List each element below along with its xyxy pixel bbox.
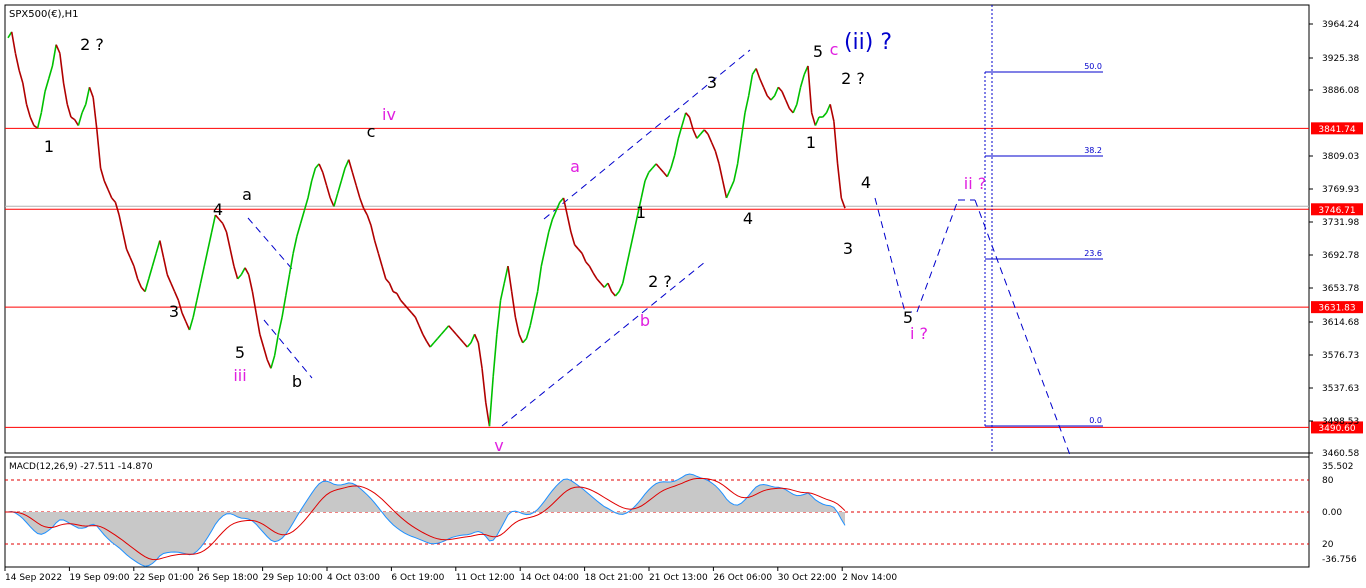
time-tick-label: 29 Sep 10:00: [263, 573, 323, 583]
time-tick-label: 2 Nov 14:00: [842, 573, 897, 583]
wave-label-black: 2 ?: [841, 69, 865, 88]
level-tag-label: 3631.83: [1318, 304, 1355, 314]
wave-label-magenta: v: [494, 436, 503, 455]
time-tick-label: 11 Oct 12:00: [456, 573, 515, 583]
chart-title: SPX500(€),H1: [9, 9, 79, 20]
wave-label-black: 3: [169, 302, 179, 321]
time-tick-label: 19 Sep 09:00: [69, 573, 129, 583]
wave-label-black: 3: [707, 73, 717, 92]
time-tick-label: 26 Oct 06:00: [713, 573, 772, 583]
wave-label-magenta: ii ?: [964, 174, 986, 193]
price-tick-label: 3576.73: [1322, 351, 1359, 361]
price-tick-label: 3809.03: [1322, 152, 1359, 162]
macd-tick-label: -36.756: [1322, 555, 1357, 565]
price-tick-label: 3460.58: [1322, 449, 1359, 459]
fib-level-label: 50.0: [1084, 62, 1102, 71]
wave-label-black: 4: [743, 209, 753, 228]
time-tick-label: 14 Oct 04:00: [520, 573, 579, 583]
macd-tick-label: 0.00: [1322, 508, 1342, 518]
macd-tick-label: 35.502: [1322, 462, 1354, 472]
price-tick-label: 3537.63: [1322, 384, 1359, 394]
wave-label-black: 2 ?: [648, 272, 672, 291]
wave-label-magenta: i ?: [910, 324, 928, 343]
level-tag-label: 3841.74: [1318, 125, 1355, 135]
wave-label-magenta: b: [640, 311, 650, 330]
price-tick-label: 3731.98: [1322, 218, 1359, 228]
level-tag-label: 3746.71: [1318, 206, 1355, 216]
price-tick-label: 3925.38: [1322, 54, 1359, 64]
wave-label-magenta: iii: [233, 366, 246, 385]
wave-label-magenta: a: [570, 157, 580, 176]
wave-label-black: a: [242, 185, 252, 204]
wave-label-black: b: [292, 372, 302, 391]
time-tick-label: 21 Oct 13:00: [649, 573, 708, 583]
price-tick-label: 3964.24: [1322, 20, 1359, 30]
wave-label-black: 5: [813, 42, 823, 61]
time-axis-layer: 14 Sep 2022 19 Sep 09:00 22 Sep 01:00 26 Se…: [4, 567, 897, 583]
wave-label-black: c: [367, 122, 376, 141]
price-tick-label: 3769.93: [1322, 185, 1359, 195]
time-tick-label: 14 Sep 2022: [5, 573, 62, 583]
macd-tick-label: 80: [1322, 476, 1334, 486]
wave-label-blue: (ii) ?: [844, 30, 892, 55]
wave-label-black: 1: [636, 203, 646, 222]
time-tick-label: 30 Oct 22:00: [778, 573, 837, 583]
macd-tick-label: 20: [1322, 540, 1334, 550]
fib-level-label: 23.6: [1084, 249, 1102, 258]
price-tick-label: 3614.68: [1322, 318, 1359, 328]
time-tick-label: 6 Oct 19:00: [391, 573, 444, 583]
fib-level-label: 38.2: [1084, 146, 1102, 155]
wave-label-black: 2 ?: [80, 35, 104, 54]
time-tick-label: 4 Oct 03:00: [327, 573, 380, 583]
wave-label-black: 3: [843, 239, 853, 258]
main-panel: [4, 4, 1310, 454]
fib-level-label: 0.0: [1089, 416, 1102, 425]
chart-canvas: SPX500(€),H1 3841.743746.713631.833490.6…: [4, 4, 1363, 583]
price-axis-layer: 3964.24 3925.38 3886.08 3809.03 3769.93 3731.…: [1309, 20, 1359, 459]
wave-label-black: 1: [44, 137, 54, 156]
wave-label-magenta: c: [830, 40, 839, 59]
time-tick-label: 26 Sep 18:00: [198, 573, 258, 583]
wave-label-black: 1: [806, 133, 816, 152]
price-tick-label: 3886.08: [1322, 86, 1359, 96]
wave-label-black: 4: [213, 200, 223, 219]
time-tick-label: 18 Oct 21:00: [585, 573, 644, 583]
macd-label: MACD(12,26,9) -27.511 -14.870: [9, 462, 153, 472]
price-tick-label: 3653.78: [1322, 284, 1359, 294]
wave-label-magenta: iv: [382, 105, 396, 124]
price-tick-label: 3692.78: [1322, 251, 1359, 261]
price-tick-label: 3498.53: [1322, 417, 1359, 427]
time-tick-label: 22 Sep 01:00: [134, 573, 194, 583]
wave-label-black: 4: [861, 173, 871, 192]
wave-label-black: 5: [235, 343, 245, 362]
